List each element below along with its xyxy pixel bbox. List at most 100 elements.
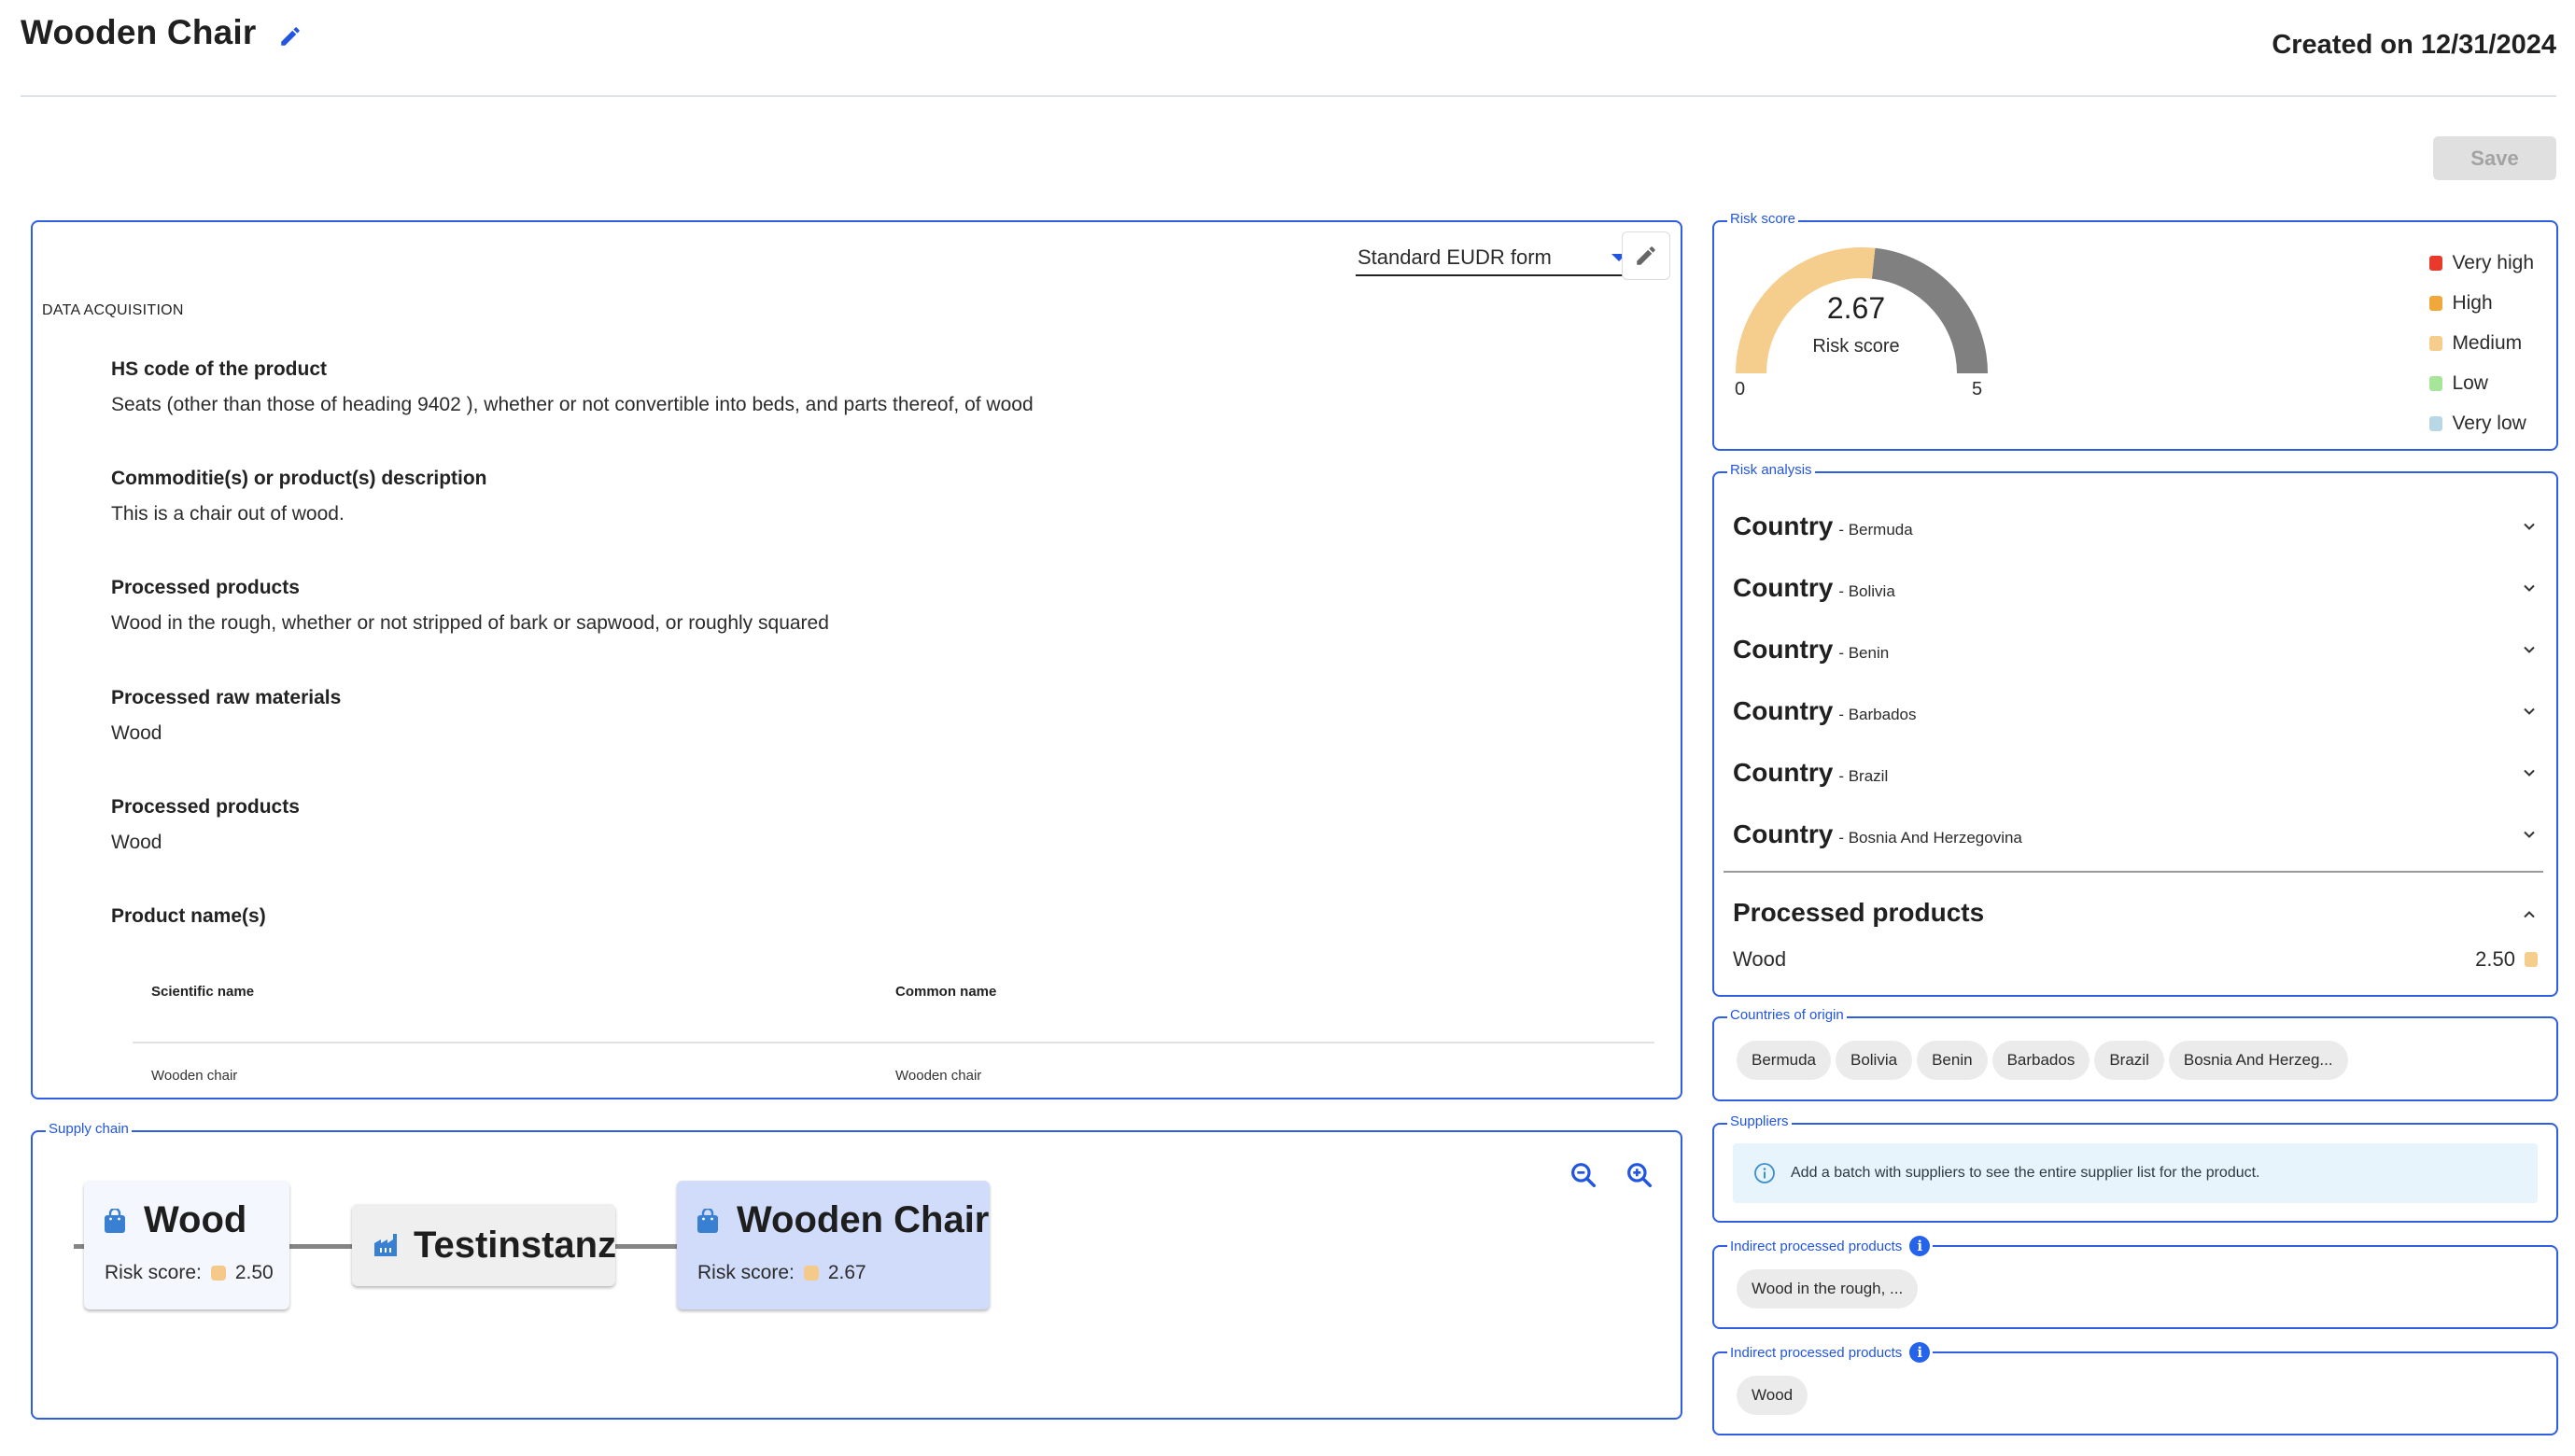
zoom-in-button[interactable] — [1625, 1160, 1654, 1190]
info-icon[interactable]: i — [1909, 1236, 1931, 1256]
country-label: Country — [1733, 696, 1834, 725]
field-label: Processed raw materials — [111, 687, 342, 708]
product-chip[interactable]: Wood in the rough, ... — [1737, 1269, 1919, 1309]
chain-node-wooden-chair[interactable]: Wooden Chair Risk score: 2.67 — [677, 1181, 990, 1309]
node-name: Wooden Chair — [737, 1199, 990, 1240]
chevron-down-icon — [2524, 769, 2535, 777]
chevron-down-icon — [2524, 646, 2535, 653]
zoom-out-icon — [1571, 1163, 1597, 1188]
risk-value: 2.50 — [234, 1262, 274, 1283]
info-text: Add a batch with suppliers to see the en… — [1791, 1165, 2260, 1181]
legend-item-high: High — [2429, 283, 2534, 323]
product-chips: Wood in the rough, ... — [1737, 1269, 1919, 1309]
processed-product-score: 2.50 — [2475, 947, 2515, 971]
processed-product-name: Wood — [1733, 947, 1787, 971]
country-chip[interactable]: Bolivia — [1835, 1041, 1913, 1080]
accordion-country-bermuda[interactable]: Country - Bermuda — [1733, 496, 2536, 557]
field-value: Wood — [111, 832, 162, 853]
legend-label: High — [2452, 291, 2493, 314]
field-hs-code: HS code of the product Seats (other than… — [111, 358, 1034, 416]
field-label: Product name(s) — [111, 905, 266, 927]
chevron-up-icon[interactable] — [2523, 908, 2536, 921]
zoom-in-icon — [1627, 1163, 1653, 1188]
chevron-down-icon — [2524, 584, 2535, 592]
panel-legend: Risk score — [1727, 211, 1799, 227]
chain-node-wood[interactable]: Wood Risk score: 2.50 — [84, 1181, 289, 1309]
country-name: - Bermuda — [1838, 521, 1913, 539]
panel-legend: Risk analysis — [1727, 462, 1815, 478]
field-product-names: Product name(s) — [111, 905, 266, 928]
form-type-select[interactable]: Standard EUDR form — [1356, 241, 1634, 276]
risk-label: Risk score: — [105, 1262, 202, 1283]
panel-legend: Suppliers — [1727, 1113, 1792, 1129]
country-chip[interactable]: Bosnia And Herzeg... — [2168, 1041, 2348, 1080]
table-header: Scientific name Common name — [133, 963, 1654, 1043]
legend-label: Low — [2452, 371, 2488, 394]
processed-products-title: Processed products — [1733, 898, 1985, 927]
country-name: - Brazil — [1838, 767, 1889, 785]
country-label: Country — [1733, 511, 1834, 540]
country-chip[interactable]: Brazil — [2094, 1041, 2164, 1080]
node-name: Wood — [144, 1199, 247, 1240]
country-name: - Bosnia And Herzegovina — [1838, 829, 2022, 847]
accordion-country-bosnia[interactable]: Country - Bosnia And Herzegovina — [1733, 804, 2536, 865]
product-names-table: Scientific name Common name Wooden chair… — [133, 963, 1654, 1085]
gauge-label: Risk score — [1812, 336, 1900, 357]
accordion-country-bolivia[interactable]: Country - Bolivia — [1733, 557, 2536, 619]
field-label: Processed products — [111, 577, 300, 598]
country-chip[interactable]: Bermuda — [1737, 1041, 1831, 1080]
indirect-processed-products-panel: Indirect processed products i Wood in th… — [1712, 1236, 2558, 1329]
field-value: This is a chair out of wood. — [111, 503, 345, 525]
panel-legend: Indirect processed products i — [1727, 1342, 1934, 1363]
edit-title-pencil-icon[interactable] — [278, 24, 303, 49]
accordion-country-barbados[interactable]: Country - Barbados — [1733, 680, 2536, 742]
info-outline-icon — [1754, 1163, 1775, 1183]
risk-swatch — [803, 1266, 819, 1281]
node-name: Testinstanz — [414, 1224, 617, 1266]
country-name: - Bolivia — [1838, 582, 1895, 600]
panel-legend: Supply chain — [46, 1121, 132, 1137]
info-icon[interactable]: i — [1909, 1342, 1931, 1363]
risk-legend: Very high High Medium Low Very low — [2429, 243, 2534, 443]
country-chips: Bermuda Bolivia Benin Barbados Brazil Bo… — [1737, 1041, 2348, 1080]
accordion-country-brazil[interactable]: Country - Brazil — [1733, 742, 2536, 804]
field-label: Processed products — [111, 796, 300, 818]
indirect-processed-products-panel-2: Indirect processed products i Wood — [1712, 1342, 2558, 1435]
chain-node-testinstanz[interactable]: Testinstanz — [352, 1204, 617, 1286]
chevron-down-icon — [2524, 707, 2535, 715]
legend-swatch — [2429, 335, 2443, 351]
risk-swatch — [210, 1266, 226, 1281]
column-header-scientific: Scientific name — [151, 984, 255, 1000]
created-date: Created on 12/31/2024 — [2272, 30, 2556, 60]
panel-legend: Countries of origin — [1727, 1007, 1847, 1023]
save-button[interactable]: Save — [2433, 136, 2556, 180]
cell-common-name: Wooden chair — [895, 1068, 982, 1084]
legend-item-very-high: Very high — [2429, 243, 2534, 283]
processed-product-item: Wood 2.50 — [1733, 947, 2538, 972]
field-processed-products-2: Processed products Wood — [111, 796, 300, 854]
country-label: Country — [1733, 758, 1834, 787]
data-acquisition-panel: Standard EUDR form DATA ACQUISITION HS c… — [31, 220, 1682, 1099]
edit-form-button[interactable] — [1622, 231, 1670, 280]
risk-analysis-panel: Risk analysis Country - Bermuda Country - … — [1712, 462, 2558, 997]
page-title: Wooden Chair — [21, 13, 257, 51]
cell-scientific-name: Wooden chair — [151, 1068, 238, 1084]
suppliers-info-alert: Add a batch with suppliers to see the en… — [1733, 1143, 2538, 1203]
country-label: Country — [1733, 573, 1834, 602]
field-processed-products: Processed products Wood in the rough, wh… — [111, 577, 829, 635]
legend-swatch — [2429, 255, 2443, 271]
field-label: Commoditie(s) or product(s) description — [111, 468, 487, 489]
gauge-min: 0 — [1735, 379, 1746, 399]
product-chip[interactable]: Wood — [1737, 1376, 1808, 1415]
zoom-out-button[interactable] — [1569, 1160, 1598, 1190]
field-label: HS code of the product — [111, 358, 327, 380]
panel-legend: Indirect processed products i — [1727, 1236, 1934, 1256]
country-chip[interactable]: Barbados — [1991, 1041, 2090, 1080]
form-type-value: Standard EUDR form — [1358, 245, 1552, 269]
accordion-country-benin[interactable]: Country - Benin — [1733, 619, 2536, 680]
country-name: - Barbados — [1838, 706, 1917, 723]
country-chip[interactable]: Benin — [1917, 1041, 1988, 1080]
chevron-down-icon — [2524, 831, 2535, 838]
legend-swatch — [2429, 375, 2443, 391]
field-value: Seats (other than those of heading 9402 … — [111, 394, 1034, 415]
